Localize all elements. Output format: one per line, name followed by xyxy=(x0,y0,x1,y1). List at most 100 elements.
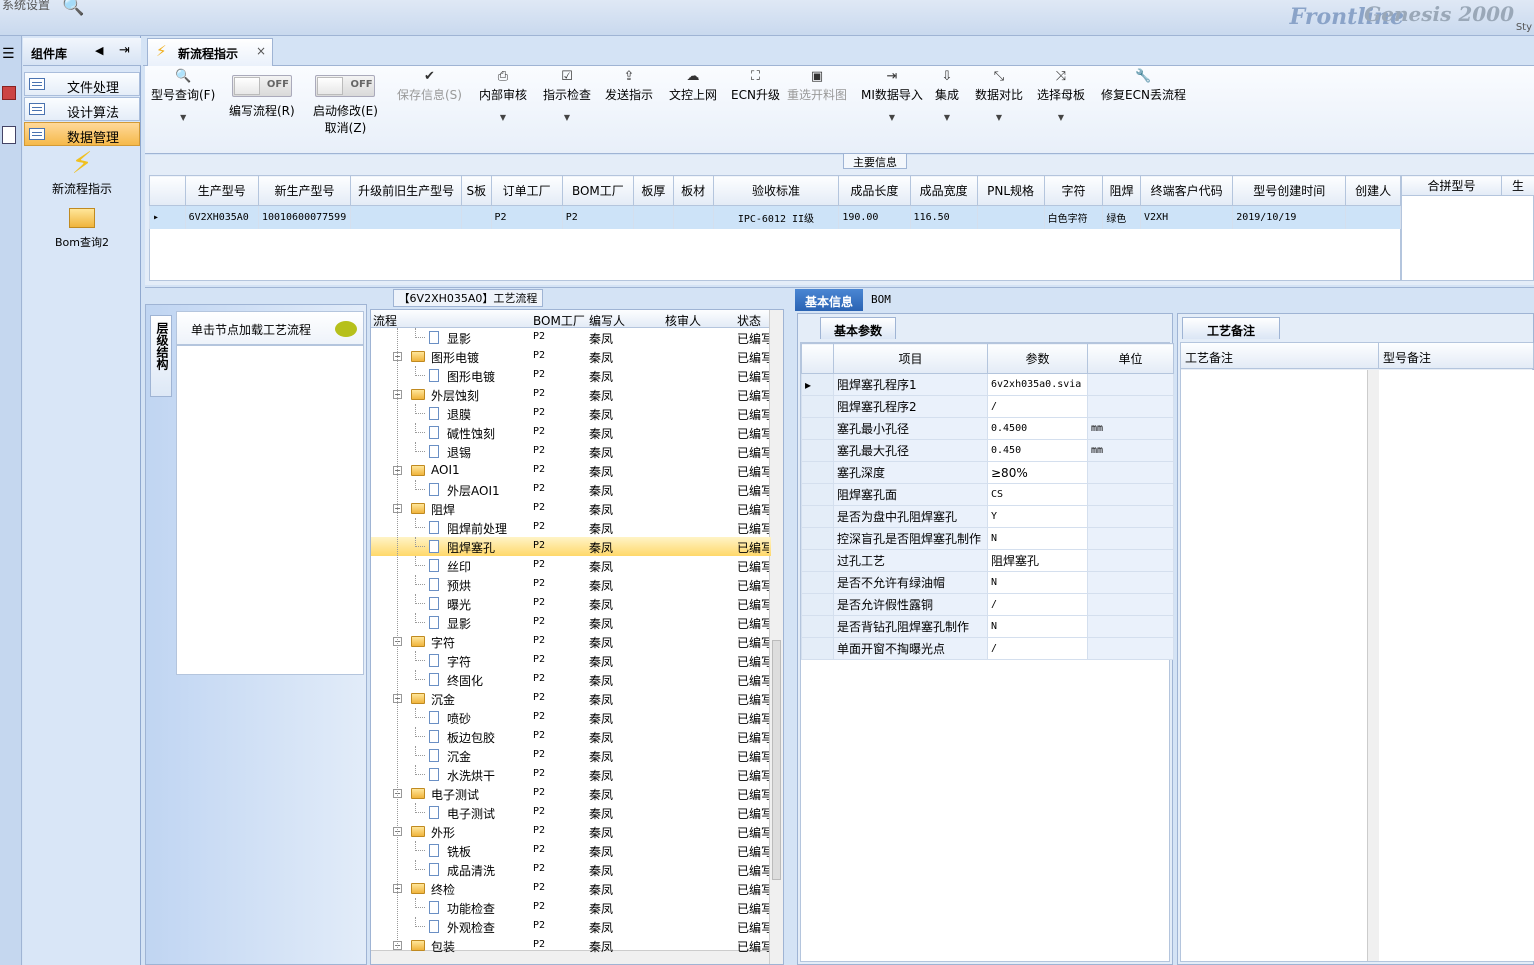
chevron-down-icon[interactable]: ▼ xyxy=(543,113,591,122)
column-header[interactable]: 型号创建时间 xyxy=(1232,175,1347,206)
param-value[interactable]: 0.450 xyxy=(987,439,1088,462)
reselect-cutting-button[interactable]: ▣ 重选开料图 xyxy=(787,66,847,103)
column-header[interactable]: 字符 xyxy=(1043,175,1104,206)
column-header[interactable]: 板厚 xyxy=(632,175,674,206)
complib-nav-item[interactable]: 数据管理 xyxy=(24,122,140,146)
column-header[interactable]: 创建人 xyxy=(1345,175,1401,206)
ecn-upgrade-button[interactable]: ⛶ ECN升级 xyxy=(731,66,780,103)
tree-node[interactable]: 预烘 P2 秦凤 已编写 xyxy=(371,575,771,594)
table-cell[interactable]: P2 xyxy=(561,205,634,230)
param-value[interactable]: / xyxy=(987,593,1088,616)
column-header[interactable]: 生产型号 xyxy=(184,175,259,206)
table-cell[interactable]: V2XH xyxy=(1140,205,1234,230)
instruction-check-button[interactable]: ☑ 指示检查 ▼ xyxy=(543,66,591,122)
table-row[interactable]: ▸ 阻焊塞孔程序1 6v2xh035a0.svia xyxy=(801,373,1174,396)
search-icon[interactable]: 🔍 xyxy=(62,0,84,17)
table-cell[interactable]: 绿色 xyxy=(1102,205,1142,230)
tree-node[interactable]: −AOI1P2秦凤已编写 xyxy=(371,461,771,480)
tree-node[interactable]: 退膜 P2 秦凤 已编写 xyxy=(371,404,771,423)
tree-node[interactable]: −电子测试P2秦凤已编写 xyxy=(371,784,771,803)
tree-node[interactable]: 显影 P2 秦凤 已编写 xyxy=(371,328,771,347)
table-row[interactable]: 是否为盘中孔阻焊塞孔 Y xyxy=(801,505,1174,528)
tree-node[interactable]: 显影 P2 秦凤 已编写 xyxy=(371,613,771,632)
table-cell[interactable] xyxy=(350,205,463,230)
tree-node[interactable]: 铣板 P2 秦凤 已编写 xyxy=(371,841,771,860)
table-cell[interactable]: 6V2XH035A0 xyxy=(184,205,259,230)
select-motherboard-button[interactable]: ⤨ 选择母板 ▼ xyxy=(1037,66,1085,122)
close-icon[interactable]: × xyxy=(256,44,266,58)
toggle-switch[interactable]: OFF xyxy=(315,75,376,97)
system-menu-label[interactable]: 系统设置 xyxy=(2,0,50,13)
chevron-down-icon[interactable]: ▼ xyxy=(479,113,527,122)
enable-edit-toggle[interactable]: OFF 启动修改(E) 取消(Z) xyxy=(313,66,378,136)
save-info-button[interactable]: ✔ 保存信息(S) xyxy=(397,66,462,103)
column-header[interactable]: 阻焊 xyxy=(1102,175,1142,206)
collapse-left-icon[interactable]: ◀ xyxy=(95,44,103,57)
table-row[interactable]: ▸ 6V2XH035A0 10010600077599 P2 P2 IPC-6012 II… xyxy=(149,205,1401,230)
param-value[interactable]: CS xyxy=(987,483,1088,506)
tree-node[interactable]: 外层AOI1 P2 秦凤 已编写 xyxy=(371,480,771,499)
tree-node[interactable]: 丝印 P2 秦凤 已编写 xyxy=(371,556,771,575)
table-row[interactable]: 控深盲孔是否阻焊塞孔制作 N xyxy=(801,527,1174,550)
table-row[interactable]: 塞孔深度 ≥80% xyxy=(801,461,1174,484)
table-cell[interactable] xyxy=(461,205,492,230)
tree-node[interactable]: −终检P2秦凤已编写 xyxy=(371,879,771,898)
tree-column-header[interactable]: 状态 xyxy=(737,312,761,329)
table-cell[interactable] xyxy=(976,205,1045,230)
table-row[interactable]: 塞孔最大孔径 0.450 mm xyxy=(801,439,1174,462)
table-cell[interactable]: 116.50 xyxy=(909,205,978,230)
chevron-down-icon[interactable]: ▼ xyxy=(151,113,215,122)
column-header[interactable]: 板材 xyxy=(672,175,714,206)
tree-node[interactable]: 成品清洗 P2 秦凤 已编写 xyxy=(371,860,771,879)
chevron-down-icon[interactable]: ▼ xyxy=(975,113,1023,122)
tree-node[interactable]: 喷砂 P2 秦凤 已编写 xyxy=(371,708,771,727)
param-value[interactable]: / xyxy=(987,637,1088,660)
tree-node[interactable]: 终固化 P2 秦凤 已编写 xyxy=(371,670,771,689)
table-row[interactable]: 是否背钻孔阻焊塞孔制作 N xyxy=(801,615,1174,638)
table-row[interactable]: 阻焊塞孔程序2/ xyxy=(801,395,1174,418)
tree-node[interactable]: 碱性蚀刻 P2 秦凤 已编写 xyxy=(371,423,771,442)
menu-icon[interactable]: ☰ xyxy=(2,46,15,62)
tree-node[interactable]: −包装P2秦凤已编写 xyxy=(371,936,771,955)
table-cell[interactable] xyxy=(1345,205,1401,230)
tree-node[interactable]: 功能检查 P2 秦凤 已编写 xyxy=(371,898,771,917)
model-notes-textbox[interactable] xyxy=(1379,370,1534,961)
tree-node[interactable]: 电子测试 P2 秦凤 已编写 xyxy=(371,803,771,822)
tree-node[interactable]: −沉金P2秦凤已编写 xyxy=(371,689,771,708)
tree-node[interactable]: −外形P2秦凤已编写 xyxy=(371,822,771,841)
mi-import-button[interactable]: ⇥ MI数据导入 ▼ xyxy=(861,66,923,122)
column-header[interactable]: 成品宽度 xyxy=(909,175,978,206)
tree-column-header[interactable]: 核审人 xyxy=(665,312,701,329)
tree-column-header[interactable]: 编写人 xyxy=(589,312,625,329)
table-row[interactable]: 塞孔最小孔径 0.4500 mm xyxy=(801,417,1174,440)
tree-node[interactable]: 外观检查 P2 秦凤 已编写 xyxy=(371,917,771,936)
tree-node[interactable]: −图形电镀P2秦凤已编写 xyxy=(371,347,771,366)
table-row[interactable]: 是否不允许有绿油帽 N xyxy=(801,571,1174,594)
send-instruction-button[interactable]: ⇪ 发送指示 xyxy=(605,66,653,103)
hierarchy-tree[interactable] xyxy=(176,345,364,675)
pin-panel-icon[interactable]: ⇥ xyxy=(119,43,130,58)
data-compare-button[interactable]: ⤡ 数据对比 ▼ xyxy=(975,66,1023,122)
notes-scrollbar[interactable] xyxy=(1367,370,1379,961)
column-header[interactable]: BOM工厂 xyxy=(561,175,634,206)
column-header[interactable]: 生 xyxy=(1501,175,1534,196)
hierarchy-side-tab[interactable]: 层级结构 xyxy=(150,315,172,397)
tree-node[interactable]: 阻焊塞孔 P2 秦凤 已编写 xyxy=(371,537,771,556)
tree-node[interactable]: 曝光 P2 秦凤 已编写 xyxy=(371,594,771,613)
param-value[interactable]: N xyxy=(987,615,1088,638)
process-notes-textbox[interactable] xyxy=(1181,370,1367,961)
param-value[interactable]: 6v2xh035a0.svia xyxy=(987,373,1088,396)
param-value[interactable]: ≥80% xyxy=(987,461,1088,484)
write-flow-toggle[interactable]: OFF 编写流程(R) xyxy=(229,66,295,119)
complib-nav-item[interactable]: 设计算法 xyxy=(24,97,140,121)
tree-column-header[interactable]: BOM工厂 xyxy=(533,312,585,329)
table-cell[interactable] xyxy=(672,205,714,230)
tree-node[interactable]: 阻焊前处理 P2 秦凤 已编写 xyxy=(371,518,771,537)
param-value[interactable]: 阻焊塞孔 xyxy=(987,549,1088,572)
table-cell[interactable] xyxy=(632,205,674,230)
table-cell[interactable]: P2 xyxy=(490,205,563,230)
new-flow-instruction-item[interactable]: ⚡ 新流程指示 xyxy=(23,148,141,197)
tab-bom[interactable]: BOM xyxy=(871,293,891,306)
tree-node[interactable]: −外层蚀刻P2秦凤已编写 xyxy=(371,385,771,404)
bom-query-item[interactable]: Bom查询2 xyxy=(23,208,141,250)
